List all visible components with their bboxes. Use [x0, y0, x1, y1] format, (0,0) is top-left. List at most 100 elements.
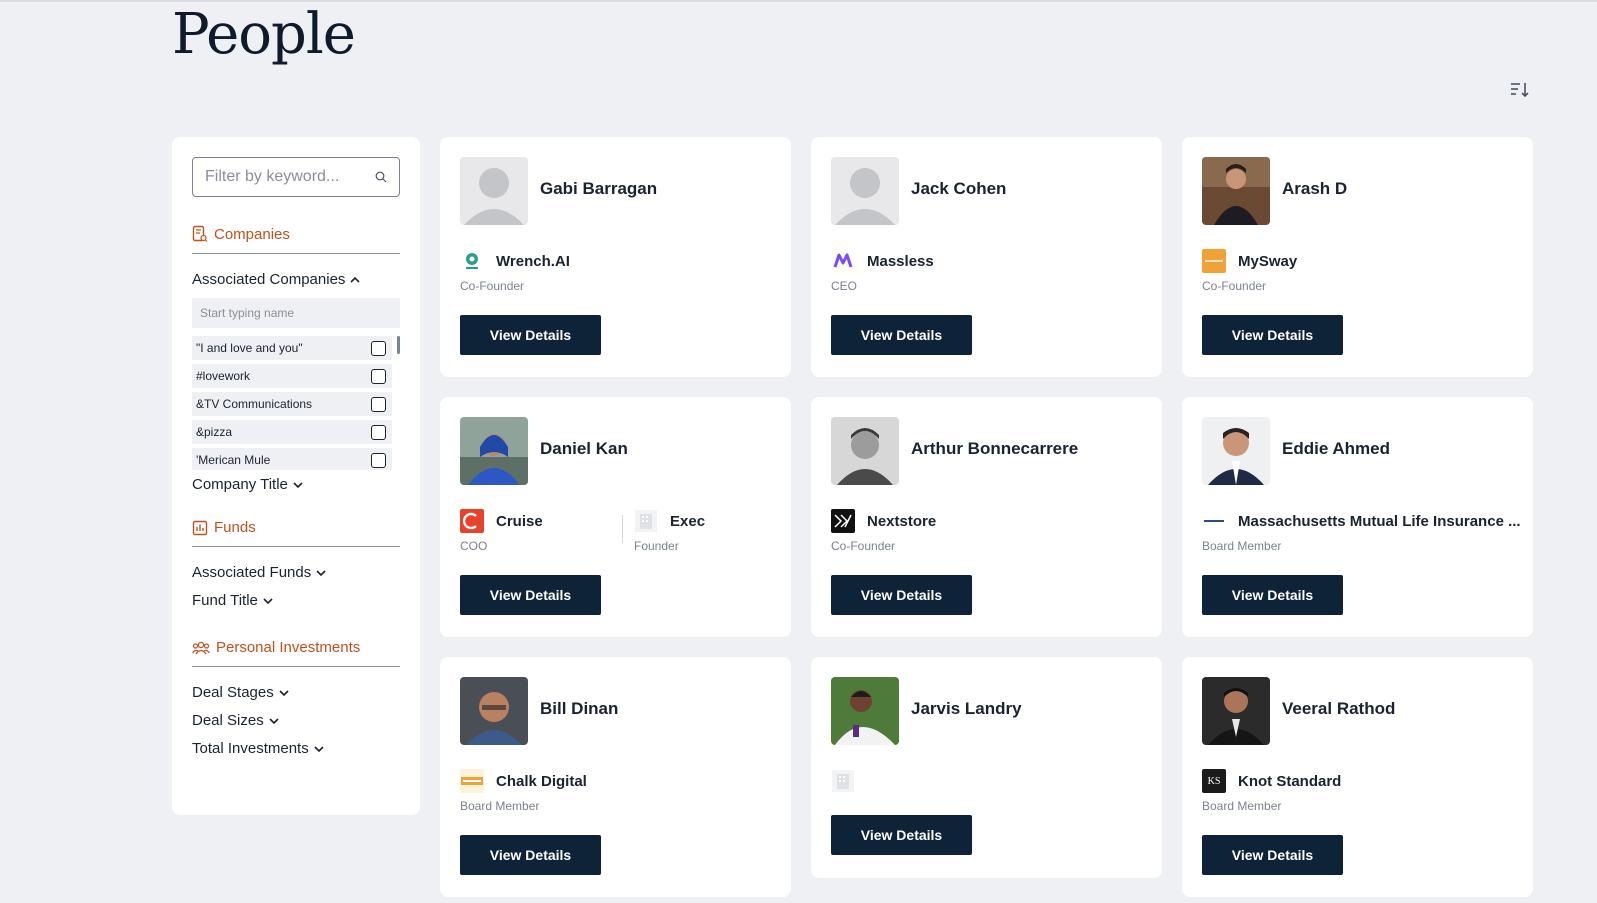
- personal-investments-section-heading: Personal Investments: [192, 639, 400, 667]
- company-entry: Massless: [831, 249, 934, 273]
- chevron-down-icon: [269, 716, 279, 726]
- keyword-filter-input[interactable]: [205, 168, 375, 186]
- company-checkbox-list[interactable]: "I and love and you" #lovework &TV Commu…: [192, 336, 400, 470]
- person-name: Gabi Barragan: [540, 179, 658, 198]
- view-details-button[interactable]: View Details: [460, 315, 601, 355]
- avatar-placeholder: [831, 157, 899, 225]
- company-name: Massachusetts Mutual Life Insurance ...: [1238, 512, 1521, 530]
- company-list-scrollbar[interactable]: [397, 336, 400, 354]
- company-option-label: &pizza: [196, 425, 233, 439]
- company-option-label: 'Merican Mule: [196, 453, 271, 467]
- associated-funds-toggle[interactable]: Associated Funds: [192, 564, 400, 581]
- total-investments-label: Total Investments: [192, 740, 309, 757]
- view-details-button[interactable]: View Details: [831, 815, 972, 855]
- company-entry: Massachusetts Mutual Life Insurance ...: [1202, 509, 1521, 533]
- fund-title-toggle[interactable]: Fund Title: [192, 592, 400, 609]
- person-card: Arthur Bonnecarrere Nextstore Co-Founder…: [811, 397, 1162, 637]
- company-option-label: "I and love and you": [196, 341, 303, 355]
- company-logo: [831, 509, 855, 533]
- role-title: Founder: [634, 539, 679, 553]
- company-logo: [1202, 509, 1226, 533]
- role-title: Co-Founder: [1202, 279, 1267, 293]
- company-entry: MySway: [1202, 249, 1297, 273]
- person-name: Veeral Rathod: [1282, 699, 1396, 718]
- role-title: CEO: [831, 279, 858, 293]
- company-logo: [460, 509, 484, 533]
- company-name: Cruise: [496, 512, 543, 530]
- company-option[interactable]: 'Merican Mule: [192, 448, 392, 470]
- person-card: Daniel Kan Cruise COO Exec Founder View …: [440, 397, 791, 637]
- person-photo: [831, 417, 899, 485]
- company-entry: Exec: [634, 509, 705, 533]
- person-photo: [1202, 157, 1270, 225]
- person-card: Veeral Rathod KS Knot Standard Board Mem…: [1182, 657, 1533, 897]
- view-details-button[interactable]: View Details: [460, 835, 601, 875]
- role-title: Co-Founder: [460, 279, 525, 293]
- company-option-label: #lovework: [196, 369, 251, 383]
- person-name: Eddie Ahmed: [1282, 439, 1390, 458]
- filter-sidebar: Companies Associated Companies "I and lo…: [172, 137, 420, 815]
- company-entry: Wrench.AI: [460, 249, 570, 273]
- company-name: Wrench.AI: [496, 252, 570, 270]
- view-details-button[interactable]: View Details: [1202, 575, 1343, 615]
- view-details-button[interactable]: View Details: [831, 315, 972, 355]
- person-card: Gabi Barragan Wrench.AI Co-Founder View …: [440, 137, 791, 377]
- company-logo-text: KS: [1207, 775, 1221, 787]
- company-name: Knot Standard: [1238, 772, 1342, 790]
- deal-sizes-toggle[interactable]: Deal Sizes: [192, 712, 400, 729]
- deal-stages-label: Deal Stages: [192, 684, 274, 701]
- person-card: Arash D MySway Co-Founder View Details: [1182, 137, 1533, 377]
- company-title-toggle[interactable]: Company Title: [192, 476, 400, 493]
- company-option[interactable]: #lovework: [192, 364, 392, 388]
- associated-companies-label: Associated Companies: [192, 271, 346, 288]
- company-entry: [831, 769, 855, 793]
- chevron-up-icon: [350, 275, 360, 285]
- role-title: COO: [460, 539, 488, 553]
- company-name: Chalk Digital: [496, 772, 587, 790]
- companies-icon: [192, 225, 208, 242]
- company-checkbox[interactable]: [371, 452, 386, 468]
- building-placeholder-icon: [831, 769, 855, 793]
- funds-heading-label: Funds: [214, 519, 256, 536]
- person-photo: [831, 677, 899, 745]
- company-name: Exec: [670, 512, 706, 530]
- search-icon: [375, 171, 387, 183]
- company-entry: Cruise: [460, 509, 543, 533]
- company-option[interactable]: "I and love and you": [192, 336, 392, 360]
- personal-investments-heading-label: Personal Investments: [216, 639, 361, 656]
- company-name: Massless: [867, 252, 934, 270]
- company-entry: Nextstore: [831, 509, 936, 533]
- role-title: Co-Founder: [831, 539, 896, 553]
- company-option[interactable]: &TV Communications: [192, 392, 392, 416]
- people-group-icon: [192, 641, 210, 654]
- person-photo: [1202, 417, 1270, 485]
- company-checkbox[interactable]: [371, 340, 386, 356]
- sort-icon[interactable]: [1508, 80, 1532, 100]
- deal-stages-toggle[interactable]: Deal Stages: [192, 684, 400, 701]
- total-investments-toggle[interactable]: Total Investments: [192, 740, 400, 757]
- company-checkbox[interactable]: [371, 424, 386, 440]
- person-photo: [460, 677, 528, 745]
- company-checkbox[interactable]: [371, 368, 386, 384]
- company-logo: [1202, 249, 1226, 273]
- role-title: Board Member: [460, 799, 540, 813]
- keyword-filter[interactable]: [192, 157, 400, 197]
- view-details-button[interactable]: View Details: [1202, 315, 1343, 355]
- company-name-search-input[interactable]: [192, 298, 400, 328]
- company-option[interactable]: &pizza: [192, 420, 392, 444]
- chevron-down-icon: [314, 744, 324, 754]
- associated-companies-toggle[interactable]: Associated Companies: [192, 271, 400, 288]
- fund-title-label: Fund Title: [192, 592, 258, 609]
- company-checkbox[interactable]: [371, 396, 386, 412]
- deal-sizes-label: Deal Sizes: [192, 712, 264, 729]
- associated-funds-label: Associated Funds: [192, 564, 312, 581]
- person-photo: [1202, 677, 1270, 745]
- company-title-label: Company Title: [192, 476, 288, 493]
- view-details-button[interactable]: View Details: [831, 575, 972, 615]
- chevron-down-icon: [316, 568, 326, 578]
- view-details-button[interactable]: View Details: [460, 575, 601, 615]
- companies-heading-label: Companies: [214, 225, 290, 243]
- company-name: MySway: [1238, 252, 1298, 270]
- view-details-button[interactable]: View Details: [1202, 835, 1343, 875]
- person-name: Arash D: [1282, 179, 1348, 198]
